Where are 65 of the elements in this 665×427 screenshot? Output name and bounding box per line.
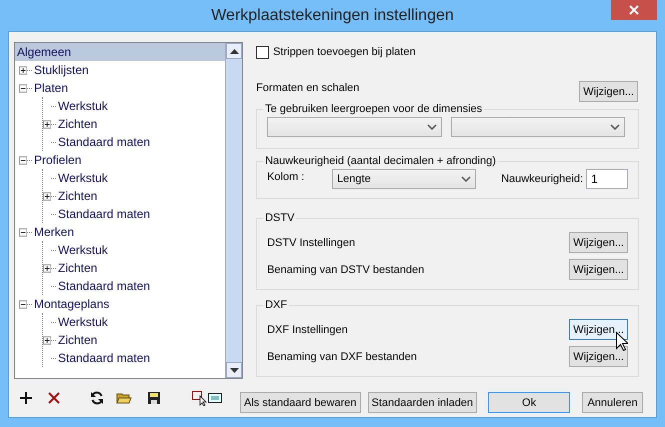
tree-item[interactable]: Werkstuk (43, 313, 225, 331)
tree-item[interactable]: Zichten (43, 187, 225, 205)
window-title: Werkplaatstekeningen instellingen (211, 6, 454, 24)
formats-label: Formaten en schalen (256, 82, 360, 94)
setting-label: Benaming van DSTV bestanden (267, 264, 424, 276)
tree-item[interactable]: Werkstuk (43, 169, 225, 187)
expand-icon[interactable] (19, 66, 28, 74)
dialog-button[interactable]: Ok (488, 392, 570, 413)
change-button[interactable]: Wijzigen... (569, 232, 628, 253)
column-dropdown[interactable]: Lengte (332, 169, 476, 189)
tree-item[interactable]: Zichten (43, 331, 225, 349)
plus-icon[interactable] (18, 390, 34, 406)
column-label: Kolom : (267, 171, 306, 183)
tree-item[interactable]: Werkstuk (43, 97, 225, 115)
tree-item[interactable]: Zichten (43, 115, 225, 133)
dialog-button[interactable]: Als standaard bewaren (240, 392, 361, 413)
tree-item[interactable]: Standaard maten (43, 205, 225, 223)
group-title: DXF (264, 299, 288, 311)
setting-label: DXF Instellingen (267, 324, 348, 336)
scrollbar[interactable] (225, 43, 242, 378)
precision-field[interactable]: 1 (586, 169, 628, 189)
setting-label: Benaming van DXF bestanden (267, 350, 417, 362)
tree-item[interactable]: Merken (15, 223, 225, 241)
tree-item[interactable]: Montageplans (15, 295, 225, 313)
refresh-icon[interactable] (89, 390, 105, 406)
checkbox[interactable] (256, 46, 270, 58)
group-title: DSTV (264, 212, 296, 224)
tree-item[interactable]: Platen (15, 79, 225, 97)
group-title: Nauwkeurigheid (aantal decimalen + afronding) (264, 155, 497, 167)
tree-item[interactable]: Stuklijsten (15, 61, 225, 79)
collapse-icon[interactable] (19, 156, 28, 164)
expand-icon[interactable] (43, 264, 52, 272)
change-button[interactable]: Wijzigen... (569, 259, 628, 280)
precision-label: Nauwkeurigheid: (501, 173, 583, 185)
tree-item[interactable]: Werkstuk (43, 241, 225, 259)
tree-item[interactable]: Profielen (15, 151, 225, 169)
tree-item[interactable]: Standaard maten (43, 349, 225, 367)
setting-label: DSTV Instellingen (267, 236, 356, 248)
chevron-icon (427, 124, 438, 130)
change-button[interactable]: Wijzigen... (569, 319, 628, 340)
collapse-icon[interactable] (19, 84, 28, 92)
change-button[interactable]: Wijzigen... (569, 346, 628, 367)
close-button[interactable] (611, 0, 657, 20)
tree-item[interactable]: Algemeen (15, 43, 225, 61)
expand-icon[interactable] (43, 336, 52, 344)
change-button[interactable]: Wijzigen... (579, 81, 638, 102)
close-icon (629, 5, 639, 15)
scroll-up-icon[interactable] (230, 48, 238, 54)
collapse-icon[interactable] (19, 300, 28, 308)
chevron-icon (461, 176, 472, 182)
select-icon[interactable] (191, 390, 207, 406)
collapse-icon[interactable] (19, 228, 28, 236)
tree-item[interactable]: Standaard maten (43, 277, 225, 295)
chevron-icon (610, 124, 620, 130)
checkbox-label: Strippen toevoegen bij platen (273, 46, 416, 58)
tree-item[interactable]: Zichten (43, 259, 225, 277)
expand-icon[interactable] (43, 120, 52, 128)
dialog-button[interactable]: Standaarden inladen (368, 392, 478, 413)
dialog-button[interactable]: Annuleren (582, 392, 644, 413)
save-icon[interactable] (146, 390, 162, 406)
scroll-down-icon[interactable] (230, 368, 238, 373)
tree-item[interactable]: Standaard maten (43, 133, 225, 151)
expand-icon[interactable] (43, 192, 52, 200)
delete-icon[interactable] (46, 390, 62, 406)
group-title: Te gebruiken leergroepen voor de dimensies (264, 103, 484, 115)
